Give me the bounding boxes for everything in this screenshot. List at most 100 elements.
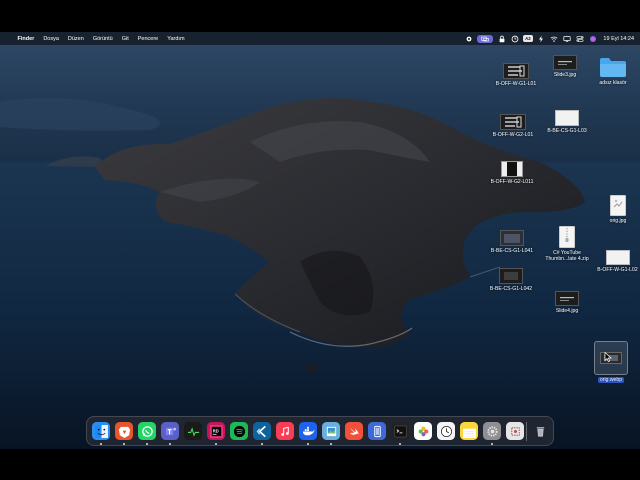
dock-finder[interactable] [92,422,110,440]
image-thumbnail [503,63,529,79]
desktop-zip-label: C# YouTube Thumbn...late 4.zip [545,250,589,262]
screenshot-icon [508,424,522,438]
desktop-file-label: Slide4.jpg [555,308,579,314]
menu-item-pencere[interactable]: Pencere [133,32,163,45]
running-indicator-dot [215,442,217,445]
mouse-cursor-icon [604,352,612,362]
spotify-icon [233,425,245,437]
dock-spotify[interactable] [230,422,248,440]
desktop-file-icon[interactable]: B-OFF-W-G2-L011 [486,161,538,185]
dock: RD [86,416,554,446]
apple-menu-icon[interactable] [0,32,13,45]
music-note-icon [280,426,289,436]
wifi-icon[interactable] [547,32,560,45]
desktop-file-icon-selected[interactable]: orig.webp [594,341,628,383]
clock-face-icon [439,424,453,438]
siri-icon[interactable] [586,32,599,45]
teams-icon [165,427,176,435]
desktop-file-icon[interactable]: B-BE-CS-G1-L042 [486,268,536,292]
terminal-icon [393,425,407,437]
dock-notes[interactable] [460,422,478,440]
menu-item-git[interactable]: Git [117,32,133,45]
image-thumbnail [555,291,579,306]
screen-mirror-icon[interactable] [477,34,494,43]
photos-flower-icon [416,424,430,438]
menu-item-yardim[interactable]: Yardım [163,32,189,45]
dock-simulator[interactable] [368,422,386,440]
desktop-file-label: B-BE-CS-G1-L03 [547,128,587,134]
running-indicator-dot [307,442,309,445]
dock-photos[interactable] [414,422,432,440]
dock-terminal[interactable] [391,422,409,440]
desktop-file-icon[interactable]: orig.jpg [604,195,632,224]
swift-bird-icon [349,427,359,435]
running-indicator-dot [169,442,171,445]
dock-whatsapp[interactable] [138,422,156,440]
menu-item-dosya[interactable]: Dosya [39,32,64,45]
menubar-clock[interactable]: 19 Eyl 14:24 [599,36,634,42]
clock-icon[interactable] [508,32,521,45]
dock-trash[interactable] [531,422,549,440]
desktop-zip-icon[interactable]: C# YouTube Thumbn...late 4.zip [538,226,596,262]
dock-screenshot[interactable] [506,422,524,440]
dock-music[interactable] [276,422,294,440]
menu-app-name[interactable]: Finder [13,32,39,45]
desktop-file-icon[interactable]: B-OFF-W-G2-L01 [487,114,539,138]
notes-icon [462,424,476,438]
display-icon[interactable] [560,32,573,45]
dock-preview[interactable] [322,422,340,440]
desktop-folder-label: adsız klasör [599,80,627,86]
image-thumbnail [501,161,523,177]
gear-icon [486,425,498,437]
desktop-file-label: B-OFF-W-G1-L01 [495,81,537,87]
dock-divider [526,422,527,441]
desktop-file-label: Slide3.jpg [553,72,577,78]
dock-clock[interactable] [437,422,455,440]
dock-docker[interactable] [299,422,317,440]
image-thumbnail [500,114,526,130]
image-thumbnail [605,250,630,265]
desktop-file-label: B-OFF-W-G2-L011 [490,179,534,185]
running-indicator-dot [146,442,148,445]
desktop-file-icon[interactable]: B-OFF-W-G1-L02 [595,250,640,273]
svg-text:RD: RD [212,428,218,433]
control-center-icon[interactable] [573,32,586,45]
dock-rider[interactable]: RD [207,422,225,440]
dock-vscode[interactable] [253,422,271,440]
rider-icon: RD [209,424,223,438]
vscode-icon [256,425,266,437]
desktop-file-icon[interactable]: Slide4.jpg [547,291,587,314]
bluetooth-icon[interactable] [462,32,475,45]
desktop-file-label: B-OFF-W-G2-L01 [492,132,534,138]
folder-icon [600,58,626,77]
zip-file-icon [559,226,575,248]
dock-teams[interactable] [161,422,179,440]
dock-activity-monitor[interactable] [184,422,202,440]
image-thumbnail [555,110,579,126]
image-thumbnail [500,230,524,246]
document-icon [610,195,626,216]
phone-icon [373,425,381,437]
trash-icon [536,426,544,437]
running-indicator-dot [261,442,263,445]
screen: Finder Dosya Düzen Görüntü Git Pencere Y… [0,0,640,480]
input-source-icon[interactable]: A2 [522,35,533,42]
dock-swift[interactable] [345,422,363,440]
image-thumbnail [499,268,523,284]
dock-system-settings[interactable] [483,422,501,440]
menu-item-goruntu[interactable]: Görüntü [88,32,117,45]
menu-item-duzen[interactable]: Düzen [63,32,88,45]
lock-icon[interactable] [495,32,508,45]
brave-lion-icon [118,426,130,438]
desktop-file-icon[interactable]: B-OFF-W-G1-L01 [489,63,543,87]
bolt-icon[interactable] [534,32,547,45]
running-indicator-dot [123,442,125,445]
desktop-file-icon[interactable]: Slide3.jpg [547,55,583,78]
docker-whale-icon [302,426,315,435]
running-indicator-dot [100,442,102,445]
desktop-file-icon[interactable]: B-BE-CS-G1-L041 [486,230,538,254]
desktop-folder-icon[interactable]: adsız klasör [592,56,634,86]
running-indicator-dot [491,442,493,445]
dock-brave[interactable] [115,422,133,440]
desktop-file-icon[interactable]: B-BE-CS-G1-L03 [541,110,593,134]
